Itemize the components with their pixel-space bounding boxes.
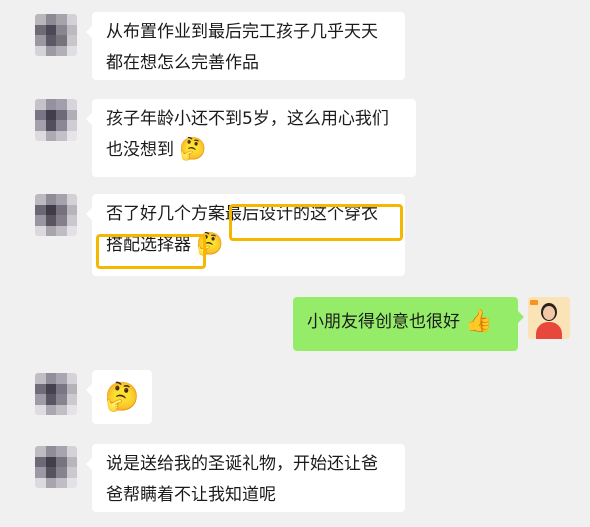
- avatar-face-shape: [543, 306, 555, 320]
- message-text-fragment: 搭配选择器: [106, 235, 191, 255]
- message-bubble[interactable]: 🤔: [86, 370, 152, 424]
- message-bubble-own[interactable]: 小朋友得创意也很好 👍: [293, 297, 524, 351]
- message-text-fragment: 也没想到: [106, 140, 174, 160]
- message-bubble[interactable]: 否了好几个方案最后设计的这个穿衣 搭配选择器 🤔: [86, 194, 405, 276]
- message-text: 也没想到 🤔: [106, 135, 404, 166]
- message-bubble[interactable]: 孩子年龄小还不到5岁，这么用心我们 也没想到 🤔: [86, 99, 416, 177]
- own-avatar[interactable]: [528, 297, 570, 339]
- message-bubble[interactable]: 从布置作业到最后完工孩子几乎天天 都在想怎么完善作品: [86, 12, 405, 80]
- contact-avatar[interactable]: [35, 446, 77, 488]
- message-text: 都在想怎么完善作品: [106, 53, 259, 73]
- message-text: 孩子年龄小还不到5岁，这么用心我们: [106, 109, 389, 129]
- avatar-badge-shape: [530, 300, 538, 305]
- contact-avatar[interactable]: [35, 14, 77, 56]
- message-text-fragment: 小朋友得创意也很好: [307, 312, 460, 332]
- message-text: 搭配选择器 🤔: [106, 230, 393, 261]
- message-text: 爸帮瞒着不让我知道呢: [106, 485, 276, 505]
- message-text: 否了好几个方案最后设计的这个穿衣: [106, 204, 378, 224]
- contact-avatar[interactable]: [35, 99, 77, 141]
- thinking-face-icon: 🤔: [196, 232, 224, 257]
- contact-avatar[interactable]: [35, 194, 77, 236]
- avatar-body-shape: [536, 322, 562, 339]
- contact-avatar[interactable]: [35, 373, 77, 415]
- thinking-face-icon: 🤔: [179, 137, 207, 162]
- message-text: 说是送给我的圣诞礼物，开始还让爸: [106, 454, 378, 474]
- thumbs-up-icon: 👍: [465, 309, 493, 334]
- message-bubble[interactable]: 说是送给我的圣诞礼物，开始还让爸 爸帮瞒着不让我知道呢: [86, 444, 405, 512]
- message-text: 小朋友得创意也很好 👍: [307, 307, 506, 338]
- thinking-face-icon: 🤔: [104, 380, 140, 413]
- message-text: 从布置作业到最后完工孩子几乎天天: [106, 22, 378, 42]
